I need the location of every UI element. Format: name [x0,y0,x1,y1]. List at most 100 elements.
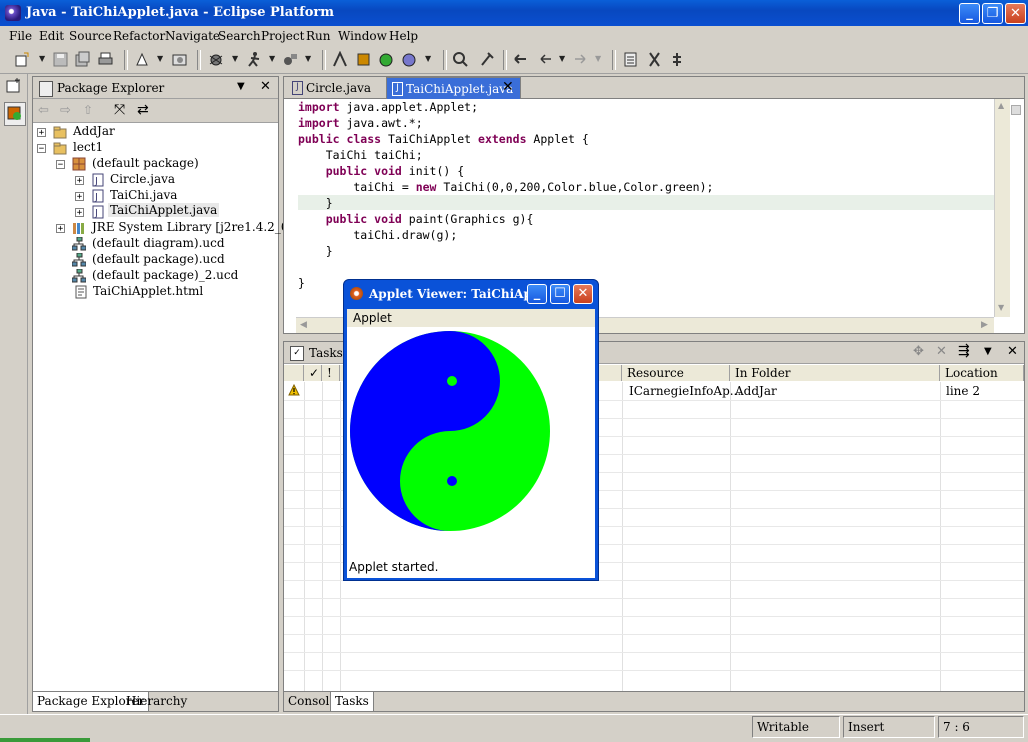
save-all-icon[interactable] [74,51,91,68]
open-perspective-icon[interactable] [171,51,188,68]
package-explorer-panel: Package Explorer ▼ ✕ ⇦ ⇨ ⇧ ⤧ ⇄ + AddJar … [32,76,301,712]
print-icon[interactable] [97,51,114,68]
window-title: Java - TaiChiApplet.java - Eclipse Platf… [26,5,335,20]
column-priority[interactable]: ! [322,365,340,381]
tree-item-taichiapplet-java[interactable]: + J TaiChiApplet.java [75,203,265,220]
tree-item-default-diagram[interactable]: (default diagram).ucd [71,236,272,252]
code-line-2[interactable]: import java.awt.*; [298,116,423,130]
view-menu-icon[interactable]: ▼ [984,346,992,357]
java-file-icon: J [392,82,403,96]
back-icon[interactable] [537,51,554,68]
applet-close-button[interactable]: ✕ [573,284,593,304]
debug-icon[interactable] [208,51,225,68]
delete-task-icon[interactable]: ✕ [936,344,947,359]
code-line-6[interactable]: taiChi = new TaiChi(0,0,200,Color.blue,C… [298,180,713,194]
new-package-icon[interactable] [355,51,372,68]
code-line-12[interactable]: } [298,276,305,290]
column-completed[interactable]: ✓ [304,365,322,381]
tree-item-default-package[interactable]: − (default package) [56,156,266,172]
close-view-icon[interactable]: ✕ [1007,344,1018,359]
tab-circle-java[interactable]: J Circle.java [288,79,383,100]
applet-maximize-button[interactable]: ☐ [550,284,570,304]
new-task-icon[interactable]: ✥ [913,344,924,359]
code-line-8[interactable]: public void paint(Graphics g){ [298,212,534,226]
code-line-5[interactable]: public void init() { [298,164,464,178]
column-location[interactable]: Location [940,365,1024,381]
back-icon[interactable]: ⇦ [38,103,49,118]
menu-project[interactable]: Project [261,29,304,43]
external-tools-icon[interactable] [282,51,299,68]
save-icon[interactable] [52,51,69,68]
filter-icon[interactable]: ⇶ [958,343,970,359]
tab-taichiapplet-java[interactable]: J TaiChiApplet.java [386,77,521,99]
applet-viewer-title: Applet Viewer: TaiChiAp... [369,287,545,301]
code-line-7[interactable]: } [298,196,333,210]
close-tab-icon[interactable]: ✕ [502,79,514,95]
column-blank [284,365,304,381]
tree-item-default-package-2-ucd[interactable]: (default package)_2.ucd [71,268,272,284]
close-view-icon[interactable]: ✕ [260,79,271,94]
open-perspective-icon[interactable] [5,77,22,94]
expand-icon[interactable] [646,51,663,68]
restore-button[interactable]: ❐ [982,3,1003,24]
search-icon[interactable] [452,51,469,68]
menu-file[interactable]: File [9,29,32,43]
java-perspective-icon[interactable] [4,102,26,126]
code-line-4[interactable]: TaiChi taiChi; [298,148,423,162]
pin-icon[interactable] [478,51,495,68]
code-line-1[interactable]: import java.applet.Applet; [298,100,478,114]
tree-item-lect1[interactable]: − lect1 [37,140,267,156]
last-edit-icon[interactable] [512,51,529,68]
svg-text:J: J [94,192,98,203]
minimize-button[interactable]: _ [959,3,980,24]
tree-item-circle-java[interactable]: + J Circle.java [75,172,265,188]
html-file-icon [74,285,88,299]
forward-icon[interactable]: ⇨ [60,103,71,118]
collapse-icon[interactable] [669,51,686,68]
tree-item-jre-library[interactable]: + JRE System Library [j2re1.4.2_02] [56,220,301,236]
link-editor-icon[interactable]: ⇄ [137,102,149,118]
column-in-folder[interactable]: In Folder [730,365,940,381]
menu-window[interactable]: Window [338,29,387,43]
open-type-icon[interactable] [134,51,151,68]
applet-status: Applet started. [349,560,439,574]
status-position: 7 : 6 [938,716,1024,738]
menu-search[interactable]: Search [218,29,261,43]
up-icon[interactable]: ⇧ [83,103,93,117]
tab-tasks[interactable]: Tasks [330,692,374,711]
status-writable: Writable [752,716,840,738]
run-icon[interactable] [246,51,263,68]
close-button[interactable]: ✕ [1005,3,1026,24]
menu-source[interactable]: Source [69,29,112,43]
applet-viewer-window[interactable]: Applet Viewer: TaiChiAp... _ ☐ ✕ Applet … [343,279,599,581]
menu-run[interactable]: Run [306,29,331,43]
new-class-icon[interactable] [377,51,394,68]
menu-applet[interactable]: Applet [353,311,392,325]
menu-navigate[interactable]: Navigate [165,29,220,43]
tree-item-default-package-ucd[interactable]: (default package).ucd [71,252,272,268]
tab-hierarchy[interactable]: Hierarchy [126,694,187,708]
tasks-tabs: Console Tasks [284,691,1024,711]
view-menu-icon[interactable]: ▼ [237,81,245,92]
applet-minimize-button[interactable]: _ [527,284,547,304]
code-line-9[interactable]: taiChi.draw(g); [298,228,457,242]
tree-item-taichi-java[interactable]: + J TaiChi.java [75,188,265,204]
code-line-3[interactable]: public class TaiChiApplet extends Applet… [298,132,589,146]
svg-text:J: J [94,176,98,187]
menu-help[interactable]: Help [389,29,418,43]
menu-edit[interactable]: Edit [39,29,64,43]
menu-refactor[interactable]: Refactor [113,29,165,43]
forward-icon[interactable] [572,51,589,68]
toggle-view-icon[interactable] [622,51,639,68]
new-interface-icon[interactable] [400,51,417,68]
warning-icon [288,383,300,399]
editor-vertical-scrollbar[interactable]: ▲ ▼ [994,99,1010,317]
tree-item-taichiapplet-html[interactable]: TaiChiApplet.html [72,284,272,300]
column-resource[interactable]: Resource [622,365,730,381]
tree-item-addjar[interactable]: + AddJar [37,124,267,140]
code-line-10[interactable]: } [298,244,333,258]
new-java-project-icon[interactable] [332,50,349,68]
collapse-all-icon[interactable]: ⤧ [114,102,125,118]
current-line-highlight [298,195,994,210]
new-icon[interactable] [14,51,31,68]
